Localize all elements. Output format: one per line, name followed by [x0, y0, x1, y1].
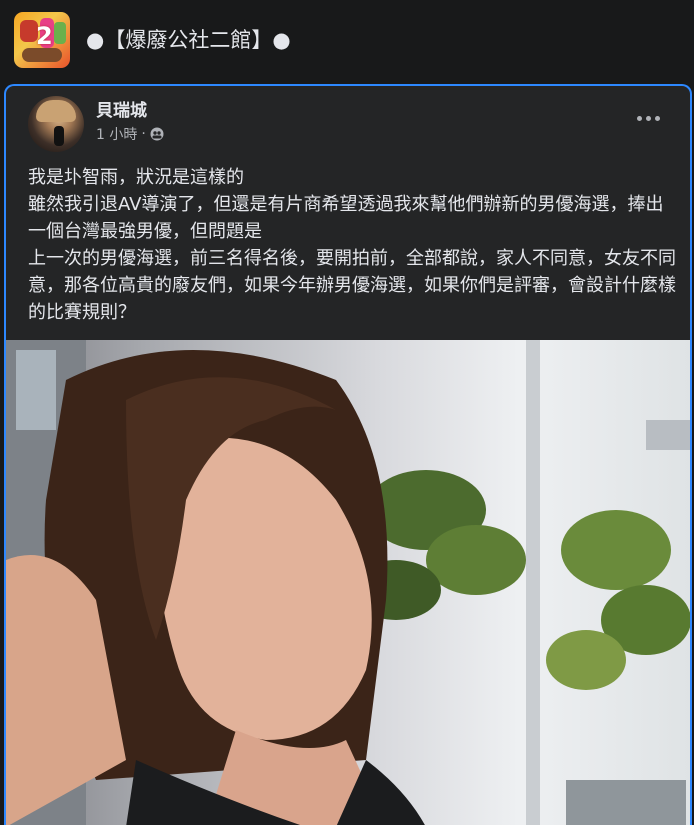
logo-shape — [54, 22, 66, 44]
facebook-post-view: 2 ●【爆廢公社二館】● 貝瑞城 1 小時 · 我是圤智雨，狀況是這樣的 雖然我… — [0, 0, 694, 825]
meta-separator: · — [141, 126, 146, 142]
more-options-icon[interactable] — [630, 108, 666, 128]
post-text: 我是圤智雨，狀況是這樣的 雖然我引退AV導演了，但還是有片商希望透過我來幫他們辦… — [28, 164, 678, 326]
post-card: 貝瑞城 1 小時 · 我是圤智雨，狀況是這樣的 雖然我引退AV導演了，但還是有片… — [4, 84, 692, 825]
friends-icon[interactable] — [150, 127, 164, 141]
group-header: 2 ●【爆廢公社二館】● — [0, 0, 694, 80]
logo-number: 2 — [36, 22, 53, 50]
post-text-line: 我是圤智雨，狀況是這樣的 — [28, 167, 244, 188]
avatar-mic — [54, 126, 64, 146]
post-photo[interactable] — [6, 340, 690, 825]
photo-illustration — [6, 340, 690, 825]
dot — [636, 115, 642, 121]
post-meta: 1 小時 · — [96, 124, 164, 144]
logo-shape — [22, 48, 62, 62]
dot — [654, 115, 660, 121]
author-avatar[interactable] — [28, 96, 84, 152]
author-name-link[interactable]: 貝瑞城 — [96, 96, 147, 121]
dot — [645, 115, 651, 121]
post-text-line: 雖然我引退AV導演了，但還是有片商希望透過我來幫他們辦新的男優海選，捧出一個台灣… — [28, 194, 664, 242]
group-name-link[interactable]: ●【爆廢公社二館】● — [86, 22, 291, 58]
avatar-hair — [36, 100, 76, 122]
post-text-line: 上一次的男優海選，前三名得名後，要開拍前，全部都說，家人不同意，女友不同意，那各… — [28, 248, 676, 323]
post-timestamp[interactable]: 1 小時 — [96, 124, 137, 144]
group-logo[interactable]: 2 — [14, 12, 70, 68]
